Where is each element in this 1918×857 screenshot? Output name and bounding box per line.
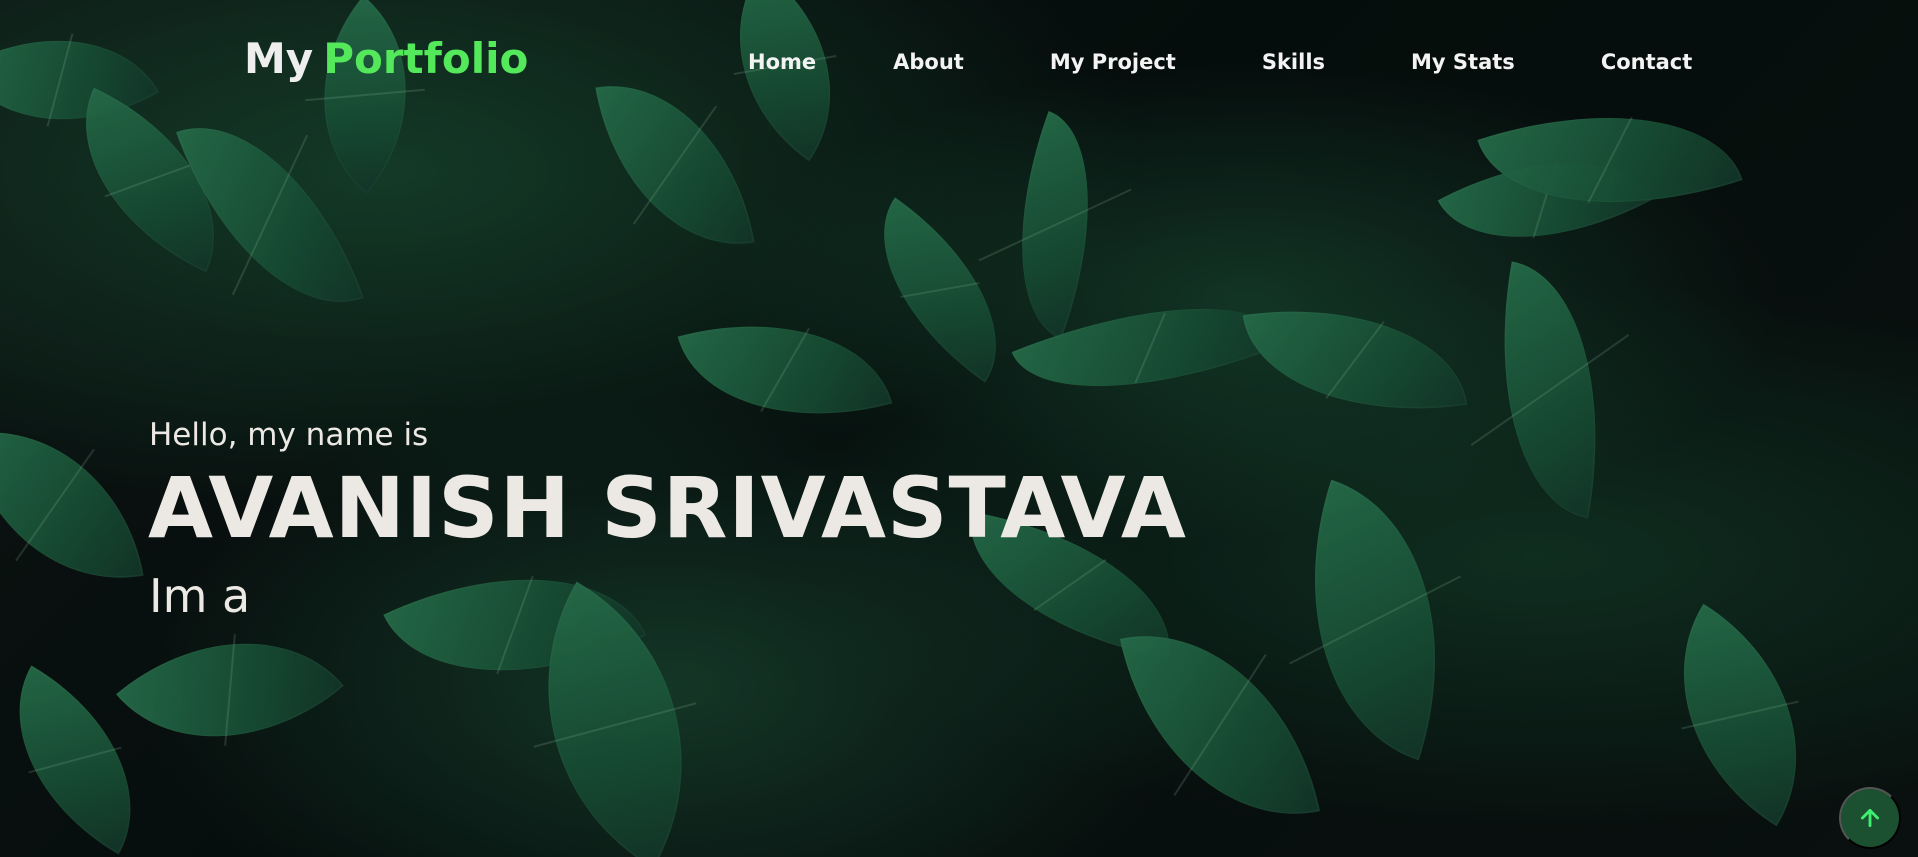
hero-role-prefix: Im a [149, 568, 251, 623]
nav-item-contact[interactable]: Contact [1601, 52, 1693, 73]
intro-section: Hello, my name is AVANISH SRIVASTAVA Im … [148, 420, 1187, 619]
brand-prefix: My [244, 34, 314, 83]
nav-item-home[interactable]: Home [748, 52, 816, 73]
nav-item-my-project[interactable]: My Project [1050, 52, 1176, 73]
top-navigation: My Portfolio Home About My Project Skills… [0, 0, 1918, 130]
brand-logo[interactable]: My Portfolio [244, 38, 528, 80]
nav-item-my-stats[interactable]: My Stats [1411, 52, 1515, 73]
arrow-up-icon [1857, 805, 1883, 831]
scroll-to-top-button[interactable] [1839, 787, 1901, 849]
hero-greeting: Hello, my name is [149, 417, 429, 453]
nav-menu: Home About My Project Skills My Stats Co… [748, 52, 1692, 73]
nav-item-about[interactable]: About [893, 52, 964, 73]
hero-name: AVANISH SRIVASTAVA [148, 459, 1187, 557]
brand-accent: Portfolio [323, 34, 529, 83]
hero-section: My Portfolio Home About My Project Skills… [0, 0, 1918, 857]
nav-item-skills[interactable]: Skills [1262, 52, 1325, 73]
